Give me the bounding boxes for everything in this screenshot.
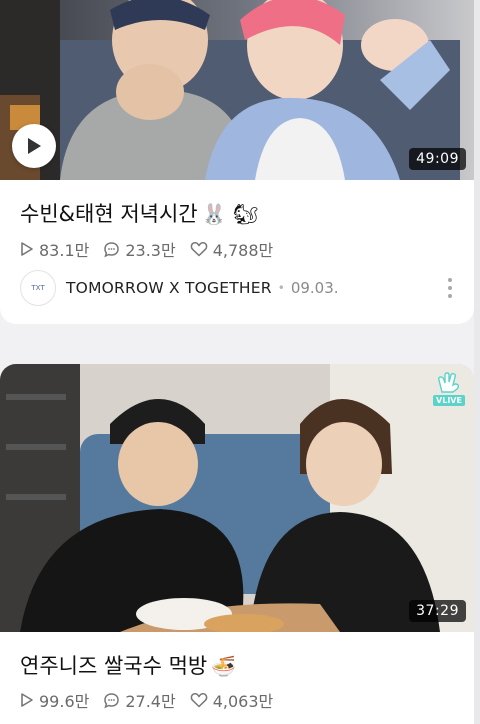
video-thumbnail[interactable]: VLIVE 37:29 [0, 364, 474, 632]
play-count-icon [21, 693, 33, 707]
more-vertical-icon-dot [448, 294, 452, 298]
video-title[interactable]: 수빈&태현 저녁시간 🐰 🐿 [20, 198, 258, 228]
views-stat: 83.1만 [20, 237, 89, 261]
likes-stat: 4,788만 [190, 237, 274, 261]
title-emoji: 🐰 🐿 [201, 202, 259, 226]
thumbnail-image [0, 364, 474, 632]
video-stats: 99.6만 27.4만 4,063만 [20, 688, 287, 712]
screen-edge [474, 0, 480, 724]
video-card[interactable]: 49:09 수빈&태현 저녁시간 🐰 🐿 83.1만 23.3만 4,788만 … [0, 0, 474, 324]
likes-count: 4,788만 [212, 241, 274, 260]
video-duration: 37:29 [409, 600, 466, 622]
channel-avatar[interactable]: TXT [20, 270, 56, 306]
more-options-button[interactable] [440, 273, 460, 303]
vlive-badge-text: VLIVE [433, 395, 465, 406]
more-vertical-icon [448, 278, 452, 282]
comments-stat: 27.4만 [103, 688, 176, 712]
comments-stat: 23.3만 [103, 237, 176, 261]
comment-icon [104, 241, 120, 257]
channel-row: TXT TOMORROW X TOGETHER • 09.03. [20, 270, 460, 306]
video-title[interactable]: 연주니즈 쌀국수 먹방 🍜 [20, 650, 236, 680]
comments-count: 23.3만 [125, 241, 176, 260]
channel-name[interactable]: TOMORROW X TOGETHER [66, 279, 272, 297]
video-feed: 49:09 수빈&태현 저녁시간 🐰 🐿 83.1만 23.3만 4,788만 … [0, 0, 480, 724]
comment-icon [104, 692, 120, 708]
title-emoji: 🍜 [211, 654, 237, 678]
video-duration: 49:09 [409, 148, 466, 170]
play-button[interactable] [12, 124, 56, 168]
views-count: 99.6만 [39, 692, 90, 711]
thumbnail-image [0, 0, 474, 180]
views-stat: 99.6만 [20, 688, 89, 712]
heart-icon [190, 241, 208, 257]
video-thumbnail[interactable]: 49:09 [0, 0, 474, 180]
likes-count: 4,063만 [212, 692, 274, 711]
comments-count: 27.4만 [125, 692, 176, 711]
play-count-icon [21, 242, 33, 256]
video-title-text: 수빈&태현 저녁시간 [20, 202, 198, 226]
heart-icon [190, 692, 208, 708]
more-vertical-icon-dot [448, 286, 452, 290]
play-icon [28, 138, 41, 154]
vlive-logo-icon: VLIVE [432, 372, 466, 410]
channel-avatar-text: TXT [31, 284, 45, 292]
video-title-text: 연주니즈 쌀국수 먹방 [20, 654, 208, 678]
video-card[interactable]: VLIVE 37:29 연주니즈 쌀국수 먹방 🍜 99.6만 27.4만 4,… [0, 364, 474, 724]
separator-dot: • [277, 281, 285, 295]
likes-stat: 4,063만 [190, 688, 274, 712]
views-count: 83.1만 [39, 241, 90, 260]
video-stats: 83.1만 23.3만 4,788만 [20, 237, 287, 261]
vlive-hand-icon [438, 372, 460, 393]
upload-date: 09.03. [290, 279, 339, 297]
